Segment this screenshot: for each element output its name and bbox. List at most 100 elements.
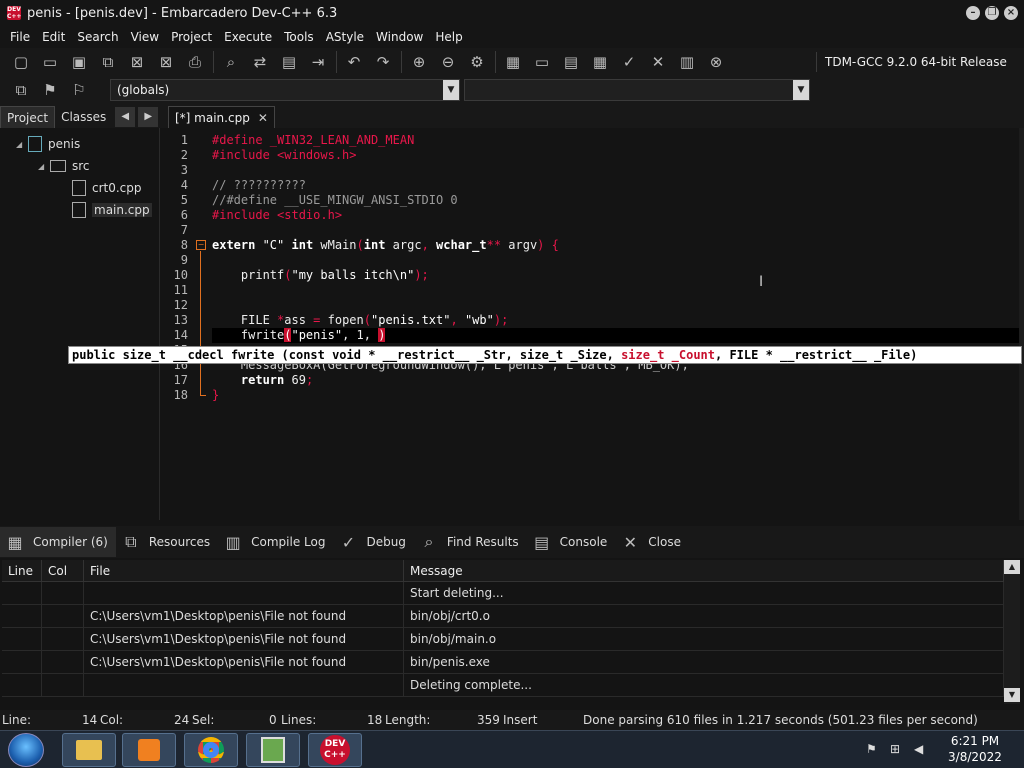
column-header-col[interactable]: Col xyxy=(42,560,84,582)
table-row-message[interactable]: bin/obj/main.o xyxy=(404,628,1004,651)
menu-search[interactable]: Search xyxy=(71,26,124,48)
menu-execute[interactable]: Execute xyxy=(218,26,278,48)
scope-combo[interactable]: (globals) ▼ xyxy=(110,79,460,101)
tree-item-label: penis xyxy=(48,137,81,151)
compiler-select[interactable]: TDM-GCC 9.2.0 64-bit Release xyxy=(816,52,1016,72)
chrome-taskbar-icon[interactable] xyxy=(184,733,238,767)
compile-icon[interactable]: ▦ xyxy=(502,51,524,73)
table-row-file[interactable]: C:\Users\vm1\Desktop\penis\File not foun… xyxy=(84,651,404,674)
code-editor[interactable]: 1 2 3 4 5 6 7 8 9 10 11 12 13 14 15 16 1… xyxy=(164,128,1024,520)
profile-icon[interactable]: ▥ xyxy=(676,51,698,73)
table-row-message[interactable]: bin/obj/crt0.o xyxy=(404,605,1004,628)
scope-combo-value: (globals) xyxy=(117,83,170,97)
redo-icon[interactable]: ↷ xyxy=(372,51,394,73)
tab-compile-log[interactable]: ▥ Compile Log xyxy=(218,527,333,557)
goto-line-icon[interactable]: ⇥ xyxy=(307,51,329,73)
compile-run-icon[interactable]: ▤ xyxy=(560,51,582,73)
menu-help[interactable]: Help xyxy=(429,26,468,48)
editor-tabs: [*] main.cpp ✕ xyxy=(164,104,1024,128)
menu-tools[interactable]: Tools xyxy=(278,26,320,48)
table-row-message[interactable]: bin/penis.exe xyxy=(404,651,1004,674)
status-col-value: 24 xyxy=(174,713,190,727)
messages-scrollbar[interactable]: ▲ ▼ xyxy=(1004,560,1020,704)
volume-icon[interactable]: ◀ xyxy=(914,742,928,756)
undo-icon[interactable]: ↶ xyxy=(343,51,365,73)
notepad-taskbar-icon[interactable] xyxy=(246,733,300,767)
tree-item-folder-src[interactable]: ◢ src xyxy=(38,156,90,176)
chevron-down-icon[interactable]: ▼ xyxy=(443,80,459,100)
flag-icon[interactable]: ⚑ xyxy=(866,742,880,756)
column-header-line[interactable]: Line xyxy=(2,560,42,582)
run-icon[interactable]: ▭ xyxy=(531,51,553,73)
new-file-icon[interactable]: ▢ xyxy=(10,51,32,73)
table-row-message[interactable]: Start deleting... xyxy=(404,582,1004,605)
tab-project[interactable]: Project xyxy=(0,106,56,128)
tree-item-file-main[interactable]: main.cpp xyxy=(72,200,152,220)
menu-view[interactable]: View xyxy=(125,26,165,48)
tab-main-cpp[interactable]: [*] main.cpp ✕ xyxy=(168,106,275,128)
column-header-file[interactable]: File xyxy=(84,560,404,582)
console-icon: ▤ xyxy=(534,532,550,552)
devcpp-taskbar-icon[interactable]: DEV C++ xyxy=(308,733,362,767)
status-line-value: 14 xyxy=(82,713,98,727)
editor-scrollbar[interactable] xyxy=(1019,128,1024,520)
explorer-taskbar-icon[interactable] xyxy=(62,733,116,767)
tab-classes[interactable]: Classes xyxy=(55,106,112,128)
code-line-18: } xyxy=(212,388,220,402)
title-bar: DEV C++ penis - [penis.dev] - Embarcadero… xyxy=(0,0,1024,26)
chevron-right-icon[interactable]: ▶ xyxy=(138,107,159,127)
stop-execution-icon[interactable]: ✕ xyxy=(647,51,669,73)
replace-icon[interactable]: ⇄ xyxy=(249,51,271,73)
new-project-icon[interactable]: ⊕ xyxy=(408,51,430,73)
chevron-left-icon[interactable]: ◀ xyxy=(115,107,136,127)
tab-close[interactable]: ✕ Close xyxy=(615,527,689,557)
delete-profile-icon[interactable]: ⊗ xyxy=(705,51,727,73)
table-row-message[interactable]: Deleting complete... xyxy=(404,674,1004,697)
project-options-icon[interactable]: ⚙ xyxy=(466,51,488,73)
expand-arrow-icon[interactable]: ◢ xyxy=(38,162,48,171)
tab-debug[interactable]: ✓ Debug xyxy=(333,527,413,557)
goto-bookmark-icon[interactable]: ⚐ xyxy=(68,79,90,101)
toggle-bookmark-icon[interactable]: ⚑ xyxy=(39,79,61,101)
minimize-button[interactable]: – xyxy=(966,6,980,20)
print-icon[interactable]: ⎙ xyxy=(184,51,206,73)
find-next-icon[interactable]: ▤ xyxy=(278,51,300,73)
function-combo[interactable]: ▼ xyxy=(464,79,810,101)
find-icon[interactable]: ⌕ xyxy=(220,51,242,73)
tree-item-file-crt0[interactable]: crt0.cpp xyxy=(72,178,142,198)
close-window-button[interactable]: × xyxy=(1004,6,1018,20)
open-file-icon[interactable]: ▭ xyxy=(39,51,61,73)
menu-project[interactable]: Project xyxy=(165,26,218,48)
fold-collapse-icon[interactable]: − xyxy=(196,240,206,250)
menu-astyle[interactable]: AStyle xyxy=(320,26,370,48)
scroll-down-icon[interactable]: ▼ xyxy=(1004,688,1020,702)
close-icon[interactable]: ✕ xyxy=(258,107,268,129)
tab-resources[interactable]: ⧉ Resources xyxy=(116,527,218,557)
menu-edit[interactable]: Edit xyxy=(36,26,71,48)
table-row-file[interactable]: C:\Users\vm1\Desktop\penis\File not foun… xyxy=(84,605,404,628)
close-all-icon[interactable]: ⊠ xyxy=(155,51,177,73)
media-player-taskbar-icon[interactable] xyxy=(122,733,176,767)
start-button[interactable] xyxy=(8,733,44,767)
save-icon[interactable]: ▣ xyxy=(68,51,90,73)
menu-file[interactable]: File xyxy=(4,26,36,48)
table-row-file[interactable]: C:\Users\vm1\Desktop\penis\File not foun… xyxy=(84,628,404,651)
rebuild-icon[interactable]: ▦ xyxy=(589,51,611,73)
network-icon[interactable]: ⊞ xyxy=(890,742,904,756)
tab-find-results[interactable]: ⌕ Find Results xyxy=(414,527,527,557)
scroll-up-icon[interactable]: ▲ xyxy=(1004,560,1020,574)
close-file-icon[interactable]: ⊠ xyxy=(126,51,148,73)
restore-button[interactable]: ❐ xyxy=(985,6,999,20)
chevron-down-icon[interactable]: ▼ xyxy=(793,80,809,100)
tab-console[interactable]: ▤ Console xyxy=(527,527,616,557)
syntax-check-icon[interactable]: ✓ xyxy=(618,51,640,73)
tab-compiler[interactable]: ▦ Compiler (6) xyxy=(0,527,116,557)
system-clock[interactable]: 6:21 PM 3/8/2022 xyxy=(930,733,1020,767)
column-header-message[interactable]: Message xyxy=(404,560,1004,582)
remove-from-project-icon[interactable]: ⊖ xyxy=(437,51,459,73)
menu-window[interactable]: Window xyxy=(370,26,429,48)
save-all-icon[interactable]: ⧉ xyxy=(97,51,119,73)
tree-item-project[interactable]: ◢ penis xyxy=(16,134,80,154)
expand-arrow-icon[interactable]: ◢ xyxy=(16,140,26,149)
insert-icon[interactable]: ⧉ xyxy=(10,79,32,101)
